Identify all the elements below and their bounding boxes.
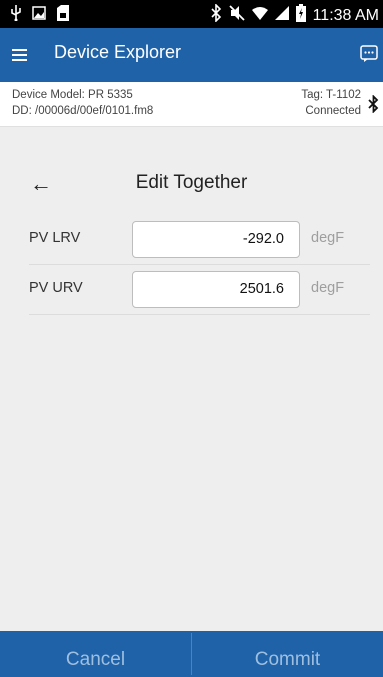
- usb-icon: [10, 5, 22, 26]
- device-info-header: Device Model: PR 5335 DD: /00006d/00ef/0…: [0, 82, 383, 127]
- status-time: 11:38 AM: [312, 6, 379, 24]
- hamburger-menu-icon[interactable]: [12, 42, 30, 68]
- app-bar: Device Explorer: [0, 28, 383, 82]
- device-model: Device Model: PR 5335: [12, 89, 133, 101]
- commit-button[interactable]: Commit: [192, 631, 383, 677]
- signal-icon: [274, 6, 289, 25]
- field-label: PV LRV: [29, 230, 81, 246]
- bluetooth-icon: [210, 3, 222, 27]
- page-title: Edit Together: [135, 172, 248, 193]
- app-title: Device Explorer: [54, 42, 182, 62]
- pv-lrv-row: PV LRV -292.0 degF: [29, 214, 370, 265]
- cancel-button[interactable]: Cancel: [0, 631, 191, 677]
- device-dd-path: DD: /00006d/00ef/0101.fm8: [12, 105, 154, 117]
- app-screen: 11:38 AM Device Explorer Device Model: P…: [0, 0, 383, 677]
- storage-icon: [56, 5, 70, 26]
- image-icon: [32, 6, 46, 25]
- status-bar: 11:38 AM: [0, 0, 383, 28]
- chat-bubble-icon[interactable]: [360, 45, 378, 68]
- wifi-icon: [251, 6, 268, 25]
- pv-lrv-input[interactable]: -292.0: [132, 221, 300, 258]
- mute-icon: [228, 5, 245, 26]
- bottom-action-bar: Cancel Commit: [0, 631, 383, 677]
- field-label: PV URV: [29, 280, 83, 296]
- pv-urv-row: PV URV 2501.6 degF: [29, 264, 370, 315]
- connection-status: Connected: [305, 105, 361, 117]
- field-unit: degF: [311, 230, 345, 246]
- battery-icon: [295, 4, 306, 27]
- device-tag: Tag: T-1102: [301, 89, 361, 101]
- field-unit: degF: [311, 280, 345, 296]
- bluetooth-icon: [368, 94, 379, 116]
- pv-urv-input[interactable]: 2501.6: [132, 271, 300, 308]
